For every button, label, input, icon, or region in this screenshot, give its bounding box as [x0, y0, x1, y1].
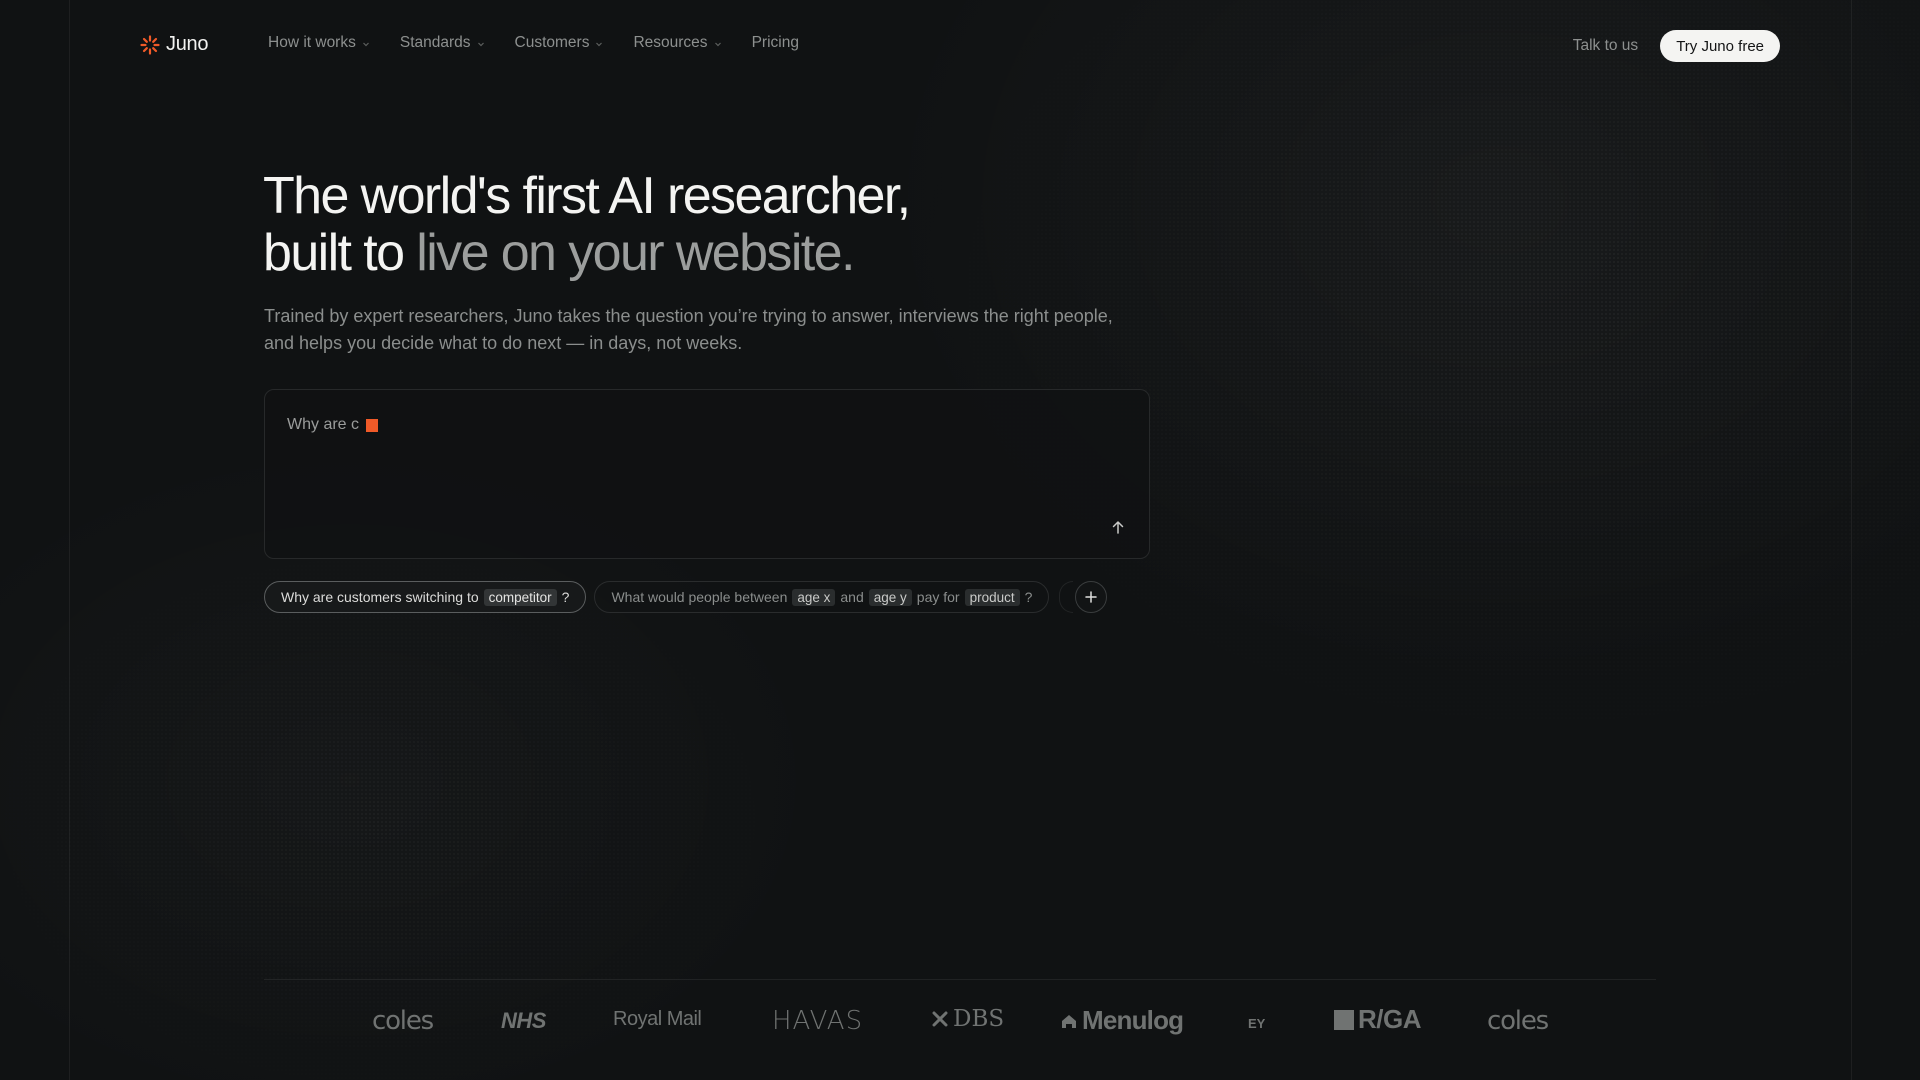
logo-text: coles: [372, 1006, 434, 1036]
suggestion-chip-pricing[interactable]: What would people between age x and age …: [594, 581, 1050, 613]
chip-text: and: [840, 589, 864, 605]
chip-text: pay for: [916, 589, 960, 605]
hero-subtitle: Trained by expert researchers, Juno take…: [264, 306, 1113, 353]
main-nav-links: How it works Standards Customers Resourc…: [268, 34, 829, 52]
typing-cursor: [366, 418, 379, 432]
chip-variable-tag: product: [964, 588, 1020, 606]
hero-title-line-2a: built to: [263, 224, 417, 282]
nav-item-label: Resources: [633, 34, 708, 51]
house-icon: [1062, 1014, 1076, 1028]
top-nav: Juno How it works Standards Customers Re…: [0, 0, 1920, 92]
logo-text: DBS: [953, 1006, 1005, 1032]
chevron-down-icon: [714, 42, 721, 46]
nav-item-label: How it works: [268, 34, 356, 51]
logo-nhs: NHS: [501, 1008, 546, 1034]
nav-item-standards[interactable]: Standards: [400, 34, 485, 52]
chip-text: What would people between: [611, 589, 788, 605]
left-guide-line: [69, 0, 70, 1080]
submit-question-button[interactable]: [1105, 514, 1131, 540]
chip-variable-tag: age y: [868, 588, 912, 606]
logo-text: Menulog: [1082, 1005, 1184, 1035]
nav-item-pricing[interactable]: Pricing: [752, 34, 799, 52]
chevron-down-icon: [596, 42, 603, 46]
logo-menulog: Menulog: [1060, 1005, 1184, 1036]
logo-coles: coles: [372, 1006, 434, 1036]
brand-logo-link[interactable]: Juno: [140, 33, 208, 56]
logo-strip-divider: [264, 979, 1656, 980]
prompt-typed-text: Why are c: [287, 416, 379, 434]
nav-item-resources[interactable]: Resources: [633, 34, 721, 52]
logo-ey: EY: [1248, 1016, 1265, 1031]
logo-text: HAVAS: [772, 1006, 864, 1036]
nav-item-label: Pricing: [751, 34, 799, 51]
customer-logo-strip: coles NHS Royal Mail HAVAS DBS Menulog E…: [264, 1000, 1656, 1040]
logo-royal-mail: Royal Mail: [613, 1008, 702, 1031]
logo-rga: R/GA: [1334, 1004, 1422, 1035]
hidden-chip-edge: [1059, 581, 1074, 613]
prompt-text-value: Why are c: [287, 416, 360, 433]
nav-item-label: Standards: [399, 34, 471, 51]
logo-coles-repeat: coles: [1487, 1006, 1549, 1036]
logo-text: R/GA: [1358, 1004, 1422, 1034]
research-question-input[interactable]: Why are c: [264, 389, 1150, 559]
logo-text: EY: [1248, 1016, 1266, 1031]
logo-havas: HAVAS: [772, 1006, 863, 1036]
chip-text: Why are customers switching to: [281, 589, 479, 605]
nav-item-customers[interactable]: Customers: [515, 34, 604, 52]
more-suggestions-button[interactable]: [1075, 581, 1108, 613]
right-guide-line: [1851, 0, 1852, 1080]
hero-title: The world's first AI researcher, built t…: [263, 167, 911, 282]
chip-variable-tag: age x: [792, 588, 836, 606]
talk-to-us-link[interactable]: Talk to us: [1573, 37, 1638, 55]
chevron-down-icon: [477, 42, 484, 46]
suggestion-chip-switching[interactable]: Why are customers switching to competito…: [264, 581, 587, 613]
chip-text: ?: [561, 589, 570, 605]
suggested-questions: Why are customers switching to competito…: [264, 581, 1108, 613]
chevron-down-icon: [362, 42, 369, 46]
arrow-up-icon: [1112, 521, 1124, 534]
try-juno-free-button[interactable]: Try Juno free: [1660, 30, 1780, 62]
hero-title-line-1: The world's first AI researcher,: [263, 167, 911, 225]
logo-text: Royal Mail: [613, 1008, 702, 1030]
plus-icon: [1085, 591, 1098, 603]
nav-actions: Talk to us Try Juno free: [1573, 30, 1780, 62]
logo-text: NHS: [501, 1008, 546, 1033]
rga-square-icon: [1334, 1009, 1354, 1030]
brand-name: Juno: [166, 33, 209, 55]
juno-logo-icon: [140, 34, 160, 55]
chip-variable-tag: competitor: [483, 588, 557, 606]
dbs-star-icon: [932, 1011, 948, 1027]
chip-text: ?: [1024, 589, 1033, 605]
nav-item-how-it-works[interactable]: How it works: [268, 34, 370, 52]
nav-item-label: Customers: [514, 34, 590, 51]
logo-dbs: DBS: [931, 1006, 1004, 1032]
logo-text: coles: [1487, 1006, 1549, 1036]
page: Juno How it works Standards Customers Re…: [0, 0, 1920, 1080]
hero-title-line-2b: live on your website.: [416, 224, 855, 282]
